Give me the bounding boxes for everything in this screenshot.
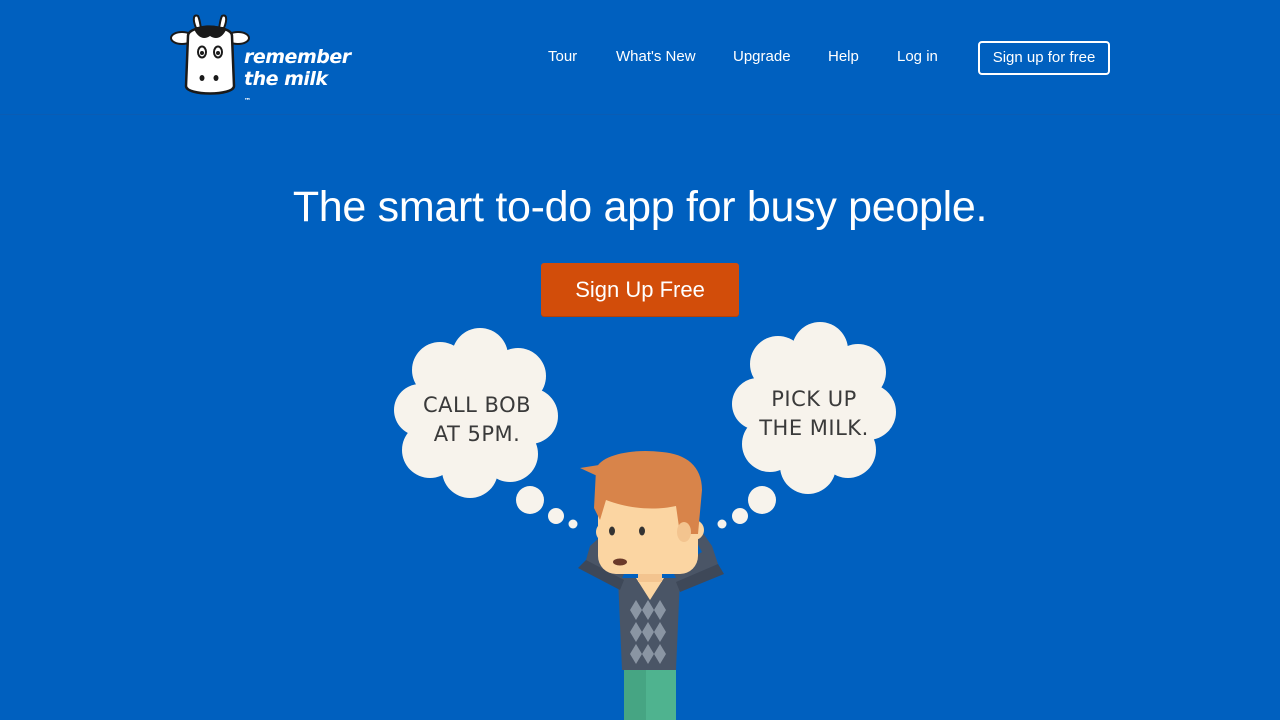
landing-page: remember the milk ™ Tour What's New Upgra… bbox=[0, 0, 1280, 720]
site-header: remember the milk ™ Tour What's New Upgra… bbox=[0, 0, 1280, 115]
nav-tour-link[interactable]: Tour bbox=[548, 40, 577, 74]
cow-logo-icon bbox=[170, 14, 250, 95]
bubble-right-line2: THE MILK. bbox=[758, 416, 869, 440]
logo[interactable]: remember the milk ™ bbox=[170, 12, 360, 105]
hero-headline: The smart to-do app for busy people. bbox=[292, 183, 988, 231]
thought-bubble-left: CALL BOB AT 5PM. bbox=[394, 328, 578, 529]
man-character bbox=[578, 450, 724, 720]
bubble-left-line2: AT 5PM. bbox=[434, 422, 521, 446]
bubble-left-line1: CALL BOB bbox=[423, 393, 531, 417]
header-signup-button[interactable]: Sign up for free bbox=[978, 41, 1110, 75]
thought-bubble-right: PICK UP THE MILK. bbox=[717, 322, 896, 529]
trademark-symbol: ™ bbox=[244, 97, 251, 105]
hero-illustration: CALL BOB AT 5PM. PICK UP THE MILK. bbox=[394, 322, 896, 720]
logo-line-2: the milk bbox=[244, 68, 328, 90]
bubble-right-line1: PICK UP bbox=[771, 387, 857, 411]
nav-help-link[interactable]: Help bbox=[828, 40, 859, 74]
nav-login-link[interactable]: Log in bbox=[897, 40, 938, 74]
logo-wordmark: remember the milk ™ bbox=[244, 46, 351, 112]
nav-whats-new-link[interactable]: What's New bbox=[616, 40, 696, 74]
logo-line-1: remember bbox=[244, 46, 351, 68]
signup-free-button[interactable]: Sign Up Free bbox=[541, 263, 739, 316]
nav-upgrade-link[interactable]: Upgrade bbox=[733, 40, 791, 74]
